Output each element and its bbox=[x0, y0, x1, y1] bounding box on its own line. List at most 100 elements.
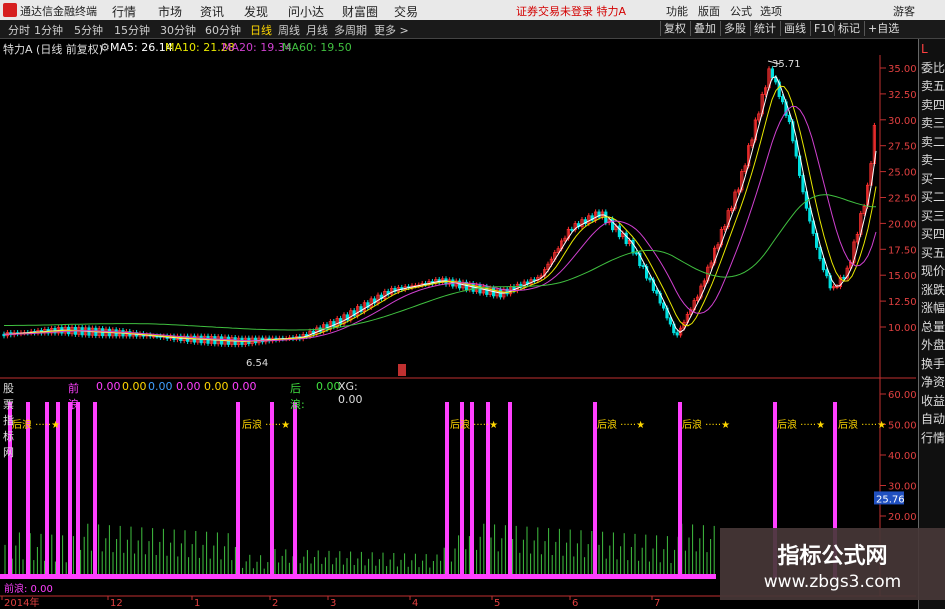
indicator-value: 0.00 bbox=[96, 380, 121, 393]
price-tick-label: 12.50 bbox=[888, 297, 917, 308]
sidebar-item: 收益 bbox=[921, 393, 945, 408]
indicator-value: 0.00 bbox=[232, 380, 257, 393]
signal-bar bbox=[76, 402, 80, 578]
sidebar-item: L bbox=[921, 42, 928, 56]
watermark-title: 指标公式网 bbox=[777, 544, 888, 569]
kline-chart[interactable]: 35.0032.5030.0027.5025.0022.5020.0017.50… bbox=[0, 0, 945, 609]
sidebar-item: 买四 bbox=[921, 227, 945, 241]
event-marker[interactable] bbox=[398, 364, 406, 376]
sidebar-item: 净资 bbox=[921, 375, 945, 389]
indicator-bottom-label: 前浪: 0.00 bbox=[4, 582, 53, 595]
indicator-label-front: 前浪 bbox=[68, 382, 79, 411]
high-price-marker: 35.71 bbox=[772, 59, 801, 70]
indicator-value: 0.00 bbox=[204, 380, 229, 393]
price-axis: 35.00 32.50 30.00 27.50 25.00 22.50 20.00 17.50… bbox=[880, 64, 917, 334]
ma20-line bbox=[4, 105, 877, 342]
candle-body bbox=[662, 302, 666, 309]
signal-bar bbox=[236, 402, 240, 578]
time-tick-label: 1 bbox=[194, 598, 200, 609]
indicator-tick-label: 20.00 bbox=[888, 512, 917, 523]
price-tick-label: 35.00 bbox=[888, 64, 917, 75]
signal-label: 后浪 ·····★ bbox=[838, 418, 886, 431]
candle-body bbox=[648, 277, 652, 281]
sidebar-item: 卖五 bbox=[921, 79, 945, 93]
candle-body bbox=[668, 317, 673, 325]
time-tick-label: 7 bbox=[654, 598, 660, 609]
time-tick-label: 4 bbox=[412, 598, 418, 609]
time-axis: 2014年 12 1 2 3 4 5 6 7 bbox=[1, 596, 660, 609]
signal-bar bbox=[508, 402, 512, 578]
sidebar-item: 现价 bbox=[921, 264, 945, 278]
watermark: 指标公式网 www.zbgs3.com bbox=[720, 528, 945, 600]
sidebar-item: 买五 bbox=[921, 245, 945, 260]
candle-body bbox=[655, 290, 659, 294]
signal-bar bbox=[68, 402, 72, 578]
price-tick-label: 32.50 bbox=[888, 90, 917, 101]
watermark-url: www.zbgs3.com bbox=[763, 572, 902, 592]
price-tick-label: 17.50 bbox=[888, 245, 917, 256]
signal-label: 后浪 ·····★ bbox=[682, 418, 730, 431]
indicator-name[interactable]: 股票指标网 bbox=[3, 380, 14, 460]
candle-body bbox=[675, 332, 679, 336]
indicator-value: 0.00 bbox=[122, 380, 147, 393]
sidebar-item: 涨幅 bbox=[921, 301, 945, 315]
indicator-tick-label: 40.00 bbox=[888, 451, 917, 462]
signal-label: 后浪 ·····★ bbox=[242, 418, 290, 431]
sidebar-item[interactable]: 自动 bbox=[921, 411, 945, 427]
candle-body bbox=[770, 68, 775, 79]
candle-body bbox=[570, 228, 574, 231]
signal-bar bbox=[293, 402, 297, 578]
indicator-tick-label: 60.00 bbox=[888, 390, 917, 401]
candle-body bbox=[825, 269, 829, 277]
signal-bar bbox=[93, 402, 97, 578]
sidebar-item: 买二 bbox=[921, 190, 945, 204]
price-tick-label: 10.00 bbox=[888, 323, 917, 334]
ma5-line bbox=[3, 75, 877, 342]
candle-body bbox=[634, 252, 639, 255]
time-tick-label: 6 bbox=[572, 598, 578, 609]
low-price-marker: 6.54 bbox=[246, 358, 268, 369]
ma60-line bbox=[4, 194, 876, 331]
sidebar-item: 换手 bbox=[921, 356, 945, 371]
signal-label: 后浪 ·····★ bbox=[777, 418, 825, 431]
sidebar-item: 总量 bbox=[921, 319, 945, 334]
sidebar-item: 卖三 bbox=[921, 116, 945, 130]
price-tick-label: 22.50 bbox=[888, 194, 917, 205]
signal-label: 后浪 ·····★ bbox=[12, 418, 60, 431]
quote-sidebar: L 委比卖五卖四卖三卖二卖一买一买二买三买四买五现价涨跌涨幅总量外盘换手净资收益自… bbox=[918, 39, 945, 609]
moving-average-lines bbox=[3, 75, 877, 342]
candle-body bbox=[781, 96, 785, 103]
sidebar-item: 涨跌 bbox=[921, 282, 945, 297]
time-tick-label: 2014年 bbox=[4, 596, 39, 609]
time-tick-label: 3 bbox=[330, 598, 336, 609]
signal-label: 后浪 ·····★ bbox=[450, 418, 498, 431]
sidebar-item: 买三 bbox=[921, 208, 945, 223]
candle-body bbox=[641, 265, 645, 267]
indicator-value: 0.00 bbox=[148, 380, 173, 393]
signal-bar bbox=[445, 402, 449, 578]
sidebar-item[interactable]: 行情 bbox=[921, 430, 945, 446]
sidebar-item: 卖四 bbox=[921, 97, 945, 112]
price-tick-label: 20.00 bbox=[888, 219, 917, 230]
indicator-xg: XG: 0.00 bbox=[338, 380, 363, 406]
price-tick-label: 27.50 bbox=[888, 142, 917, 153]
sidebar-item: 委比 bbox=[921, 60, 945, 75]
candle-body bbox=[842, 276, 846, 279]
indicator-tick-label: 50.00 bbox=[888, 421, 917, 432]
indicator-baseline bbox=[0, 574, 716, 579]
indicator-value: 0.00 bbox=[176, 380, 201, 393]
time-tick-label: 5 bbox=[494, 598, 500, 609]
sidebar-item: 买一 bbox=[921, 171, 945, 186]
ma10-line bbox=[4, 85, 877, 342]
price-tick-label: 25.00 bbox=[888, 168, 917, 179]
price-tick-label: 15.00 bbox=[888, 271, 917, 282]
sidebar-item: 卖一 bbox=[921, 153, 945, 167]
sidebar-item: 外盘 bbox=[921, 338, 945, 352]
indicator-label-back: 后浪: bbox=[290, 382, 305, 411]
price-tick-label: 30.00 bbox=[888, 116, 917, 127]
time-tick-label: 2 bbox=[272, 598, 278, 609]
indicator-tick-label: 30.00 bbox=[888, 482, 917, 493]
signal-label: 后浪 ·····★ bbox=[597, 418, 645, 431]
sidebar-item: 卖二 bbox=[921, 134, 945, 149]
time-tick-label: 12 bbox=[110, 598, 123, 609]
